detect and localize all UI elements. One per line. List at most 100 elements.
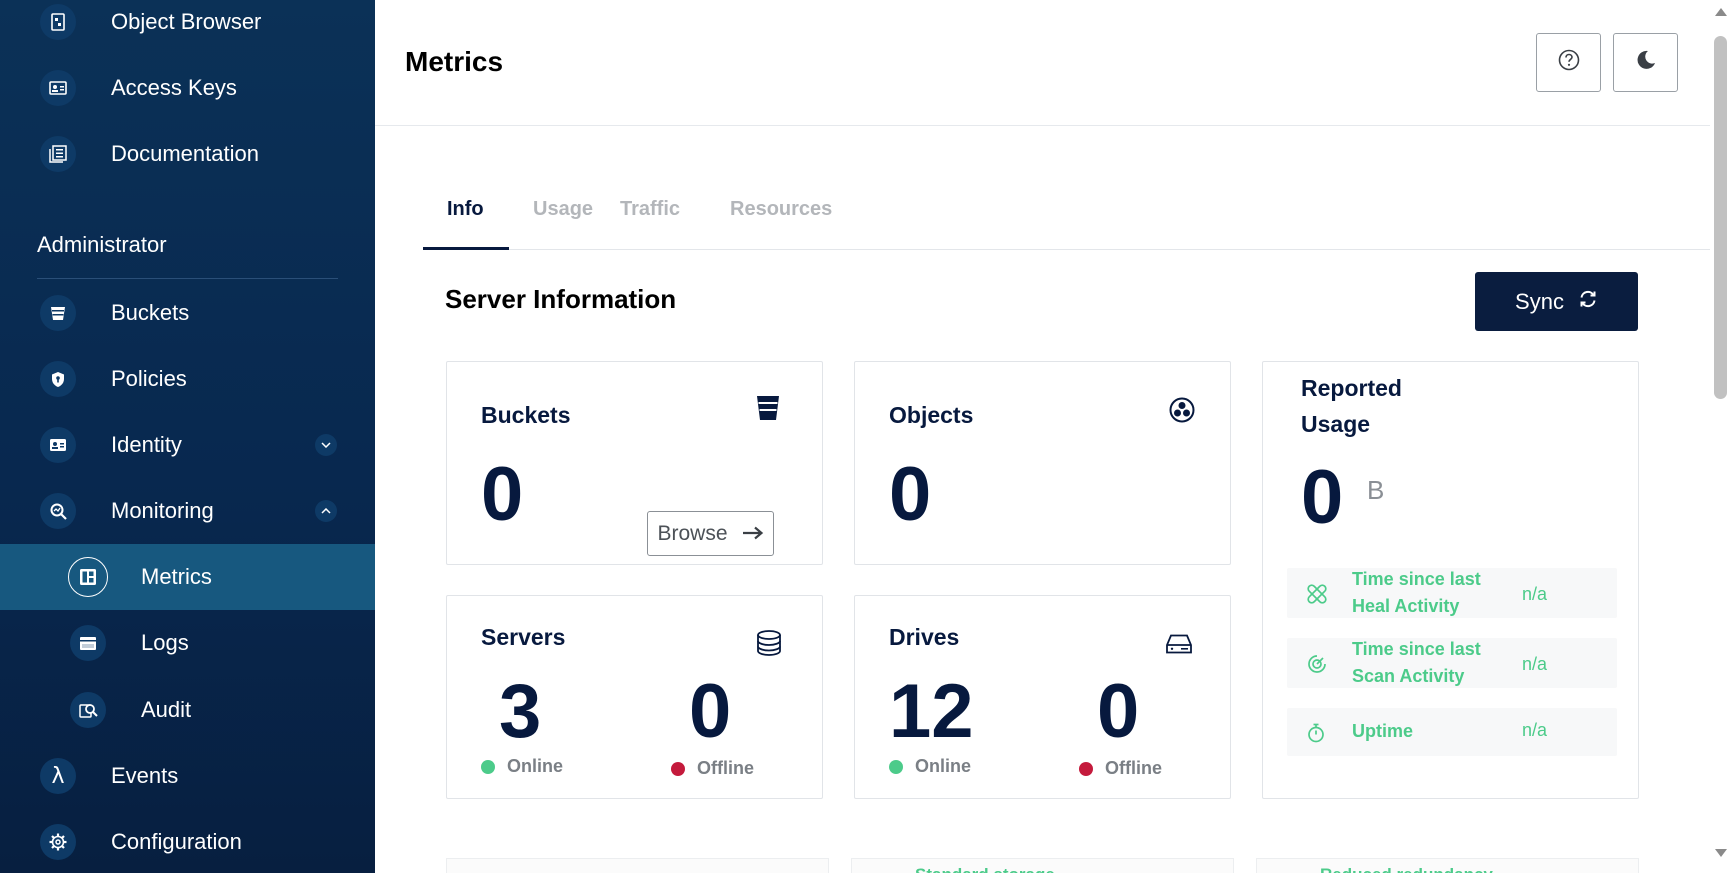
drives-online-count: 12	[889, 669, 974, 754]
help-circle-icon	[1558, 49, 1580, 76]
identity-card-icon	[40, 427, 76, 463]
shield-lock-icon	[40, 361, 76, 397]
online-dot-icon	[481, 759, 495, 774]
servers-online-count: 3	[499, 669, 542, 754]
sidebar-item-monitoring[interactable]: Monitoring	[0, 478, 375, 544]
drive-icon	[1166, 634, 1192, 659]
sidebar-item-identity[interactable]: Identity	[0, 412, 375, 478]
reported-usage-card: Reported Usage 0 B Time since last Heal …	[1262, 361, 1639, 799]
sidebar-item-events[interactable]: λ Events	[0, 743, 375, 809]
buckets-count: 0	[481, 452, 524, 537]
servers-offline-status: Offline	[671, 758, 754, 779]
objects-card: Objects 0	[854, 361, 1231, 565]
help-button[interactable]	[1536, 33, 1601, 92]
usage-row-label: Time since last Heal Activity	[1352, 566, 1481, 620]
status-label: Online	[915, 756, 972, 776]
scan-radar-icon	[1307, 654, 1327, 679]
browse-button[interactable]: Browse	[647, 511, 774, 556]
stopwatch-icon	[1307, 723, 1325, 748]
buckets-card: Buckets 0 Browse	[446, 361, 823, 565]
moon-icon	[1635, 49, 1657, 76]
heal-activity-row: Time since last Heal Activity n/a	[1287, 568, 1617, 618]
monitoring-search-icon	[40, 493, 76, 529]
tab-traffic[interactable]: Traffic	[620, 198, 680, 221]
servers-online-status: Online	[481, 756, 563, 777]
sidebar-item-label: Object Browser	[111, 9, 262, 34]
sidebar-item-documentation[interactable]: Documentation	[0, 121, 375, 187]
scroll-down-arrow-icon[interactable]	[1715, 849, 1727, 857]
status-label: Offline	[697, 758, 754, 778]
sidebar-item-label: Documentation	[111, 141, 259, 166]
drives-offline-count: 0	[1097, 669, 1140, 754]
browse-button-label: Browse	[657, 521, 728, 545]
sidebar-item-label: Events	[111, 763, 179, 788]
usage-unit: B	[1367, 475, 1385, 505]
scroll-thumb[interactable]	[1714, 36, 1727, 399]
sidebar-divider	[37, 278, 338, 279]
sidebar-item-policies[interactable]: Policies	[0, 346, 375, 412]
bucket-icon	[756, 395, 780, 426]
servers-card: Servers 3 0 Online Offline	[446, 595, 823, 799]
sidebar-item-audit[interactable]: Audit	[0, 677, 375, 743]
usage-row-value: n/a	[1522, 584, 1548, 604]
card-title: Reported Usage	[1301, 370, 1402, 442]
sync-button[interactable]: Sync	[1475, 272, 1638, 331]
sidebar-item-object-browser[interactable]: Object Browser	[0, 0, 375, 55]
card-title: Standard storage	[915, 865, 1055, 873]
sidebar-item-label: Audit	[141, 697, 192, 722]
object-browser-icon	[40, 4, 76, 40]
uptime-row: Uptime n/a	[1287, 708, 1617, 756]
drives-online-status: Online	[889, 756, 971, 777]
card-title: Reduced redundancy	[1320, 865, 1493, 873]
main-content: Metrics Info Usage Traffic Resources Ser…	[375, 0, 1731, 873]
sidebar-item-logs[interactable]: Logs	[0, 610, 375, 676]
tab-info[interactable]: Info	[447, 198, 484, 221]
offline-dot-icon	[1079, 761, 1093, 776]
offline-dot-icon	[671, 761, 685, 776]
chevron-down-icon[interactable]	[315, 434, 337, 456]
heal-bandage-icon	[1307, 584, 1327, 609]
objects-icon	[1169, 397, 1195, 428]
capacity-card-partial	[446, 858, 829, 873]
tab-resources[interactable]: Resources	[730, 198, 832, 221]
lambda-icon: λ	[40, 758, 76, 794]
access-keys-icon	[40, 70, 76, 106]
sidebar-item-configuration[interactable]: Configuration	[0, 809, 375, 873]
server-stack-icon	[756, 630, 782, 661]
theme-toggle-button[interactable]	[1613, 33, 1678, 92]
sidebar-item-access-keys[interactable]: Access Keys	[0, 55, 375, 121]
active-tab-indicator	[423, 247, 509, 250]
vertical-scrollbar[interactable]	[1710, 0, 1731, 873]
servers-offline-count: 0	[689, 669, 732, 754]
arrow-right-icon	[742, 522, 764, 546]
sidebar-item-buckets[interactable]: Buckets	[0, 280, 375, 346]
sidebar-item-label: Access Keys	[111, 75, 237, 100]
usage-row-value: n/a	[1522, 720, 1548, 740]
page-title: Metrics	[405, 46, 504, 77]
scroll-up-arrow-icon[interactable]	[1715, 8, 1727, 16]
card-title: Servers	[481, 624, 566, 650]
sidebar-item-label: Configuration	[111, 829, 242, 854]
section-heading: Server Information	[445, 284, 677, 314]
sidebar-item-label: Metrics	[141, 564, 212, 589]
audit-icon	[70, 692, 106, 728]
reduced-redundancy-card-partial: Reduced redundancy	[1256, 858, 1639, 873]
usage-row-label-line: Heal Activity	[1352, 596, 1460, 616]
card-title: Buckets	[481, 402, 571, 428]
chevron-up-icon[interactable]	[315, 500, 337, 522]
sidebar: Object Browser Access Keys Documentation…	[0, 0, 375, 873]
card-title-line: Reported	[1301, 375, 1402, 401]
usage-row-label: Uptime	[1352, 721, 1414, 741]
usage-row-label: Time since last Scan Activity	[1352, 636, 1481, 690]
card-title: Drives	[889, 624, 960, 650]
sidebar-item-label: Identity	[111, 432, 182, 457]
logs-icon	[70, 625, 106, 661]
tab-usage[interactable]: Usage	[533, 198, 593, 221]
sidebar-item-label: Monitoring	[111, 498, 214, 523]
sidebar-item-metrics[interactable]: Metrics	[0, 544, 375, 610]
gear-icon	[40, 824, 76, 860]
sidebar-item-label: Policies	[111, 366, 187, 391]
sync-icon	[1578, 289, 1598, 315]
page-header: Metrics	[375, 0, 1710, 126]
sync-button-label: Sync	[1515, 288, 1564, 314]
